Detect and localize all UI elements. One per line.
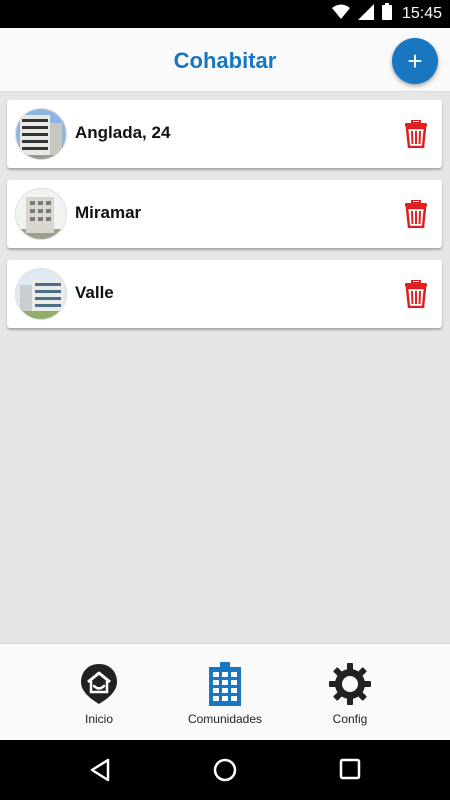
plus-icon: +: [407, 46, 423, 76]
community-name: Anglada, 24: [75, 123, 171, 142]
recents-icon[interactable]: [339, 758, 361, 785]
community-name: Valle: [75, 283, 114, 302]
wifi-icon: [331, 4, 350, 25]
list-item[interactable]: Valle: [7, 260, 442, 328]
trash-icon[interactable]: [404, 279, 428, 309]
community-name: Miramar: [75, 203, 142, 222]
nav-label-inicio: Inicio: [84, 712, 113, 726]
nav-label-comunidades: Comunidades: [187, 712, 263, 726]
nav-item-config[interactable]: Config: [290, 662, 410, 726]
add-community-button[interactable]: +: [392, 38, 438, 84]
building-icon: [165, 662, 285, 706]
battery-icon: [381, 3, 392, 25]
building-photo-avatar: [15, 108, 67, 160]
list-item[interactable]: Anglada, 24: [7, 100, 442, 168]
signal-icon: [357, 3, 374, 25]
back-icon[interactable]: [89, 758, 111, 787]
building-photo-avatar: [15, 268, 67, 320]
nav-item-comunidades[interactable]: Comunidades: [165, 662, 285, 726]
trash-icon[interactable]: [404, 199, 428, 229]
home-icon[interactable]: [213, 758, 237, 787]
app-bar: Cohabitar +: [0, 28, 450, 92]
list-item[interactable]: Miramar: [7, 180, 442, 248]
nav-label-config: Config: [332, 712, 368, 726]
system-navigation-bar: [0, 740, 450, 800]
building-photo-avatar: [15, 188, 67, 240]
trash-icon[interactable]: [404, 119, 428, 149]
home-pin-icon: [39, 662, 159, 706]
nav-item-inicio[interactable]: Inicio: [39, 662, 159, 726]
community-list: Anglada, 24 Miramar Valle: [7, 100, 442, 340]
gear-icon: [290, 662, 410, 706]
page-title: Cohabitar: [173, 48, 277, 73]
status-bar: 15:45: [0, 0, 450, 28]
status-time: 15:45: [401, 5, 442, 22]
bottom-navigation: Inicio Comunidades Config: [0, 643, 450, 740]
